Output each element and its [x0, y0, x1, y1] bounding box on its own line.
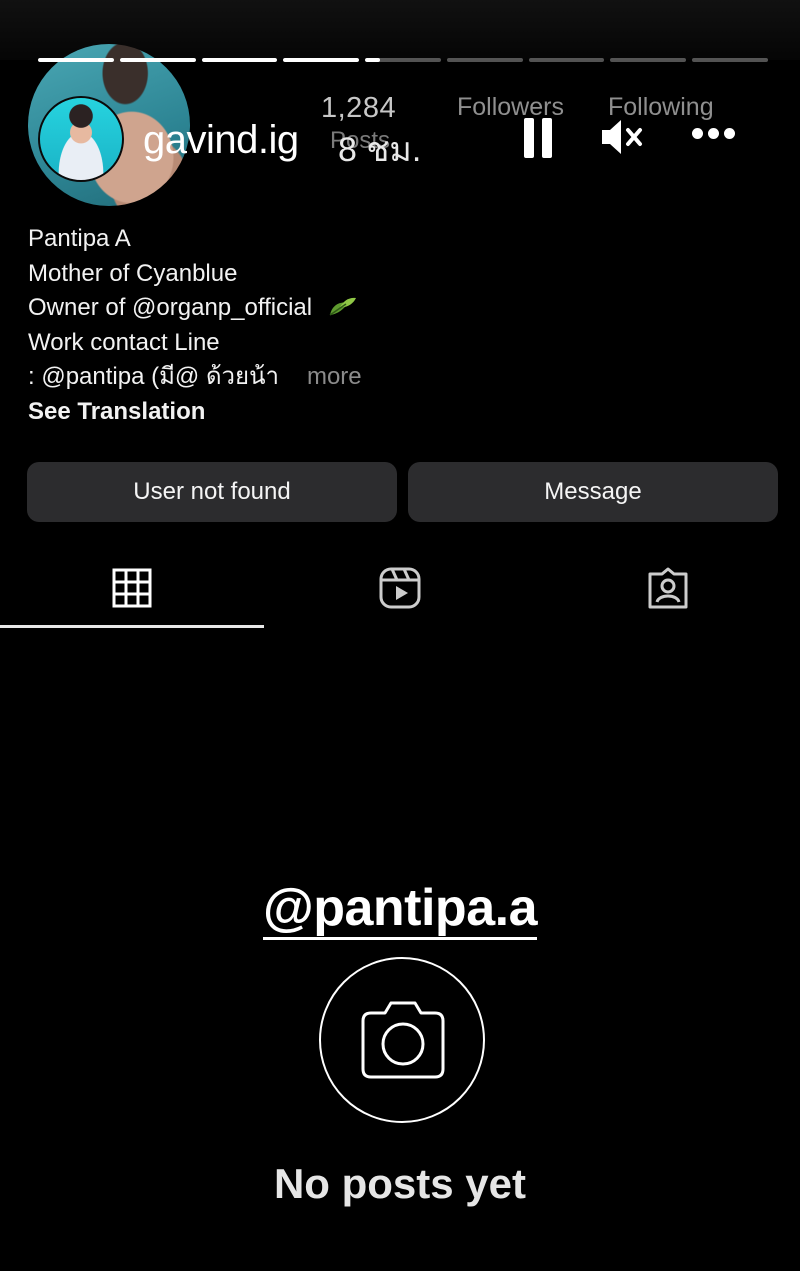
posts-count: 1,284 [321, 92, 397, 124]
active-tab-indicator [0, 625, 264, 628]
mention-handle[interactable]: @pantipa.a [263, 879, 537, 940]
progress-segment [692, 58, 769, 62]
bio-line-text[interactable]: Owner of @organp_official [28, 294, 312, 321]
progress-fill [283, 58, 360, 62]
pause-icon[interactable] [524, 118, 552, 158]
reels-icon [378, 566, 422, 615]
more-link[interactable]: more [307, 363, 362, 390]
progress-segment [528, 58, 605, 62]
user-not-found-button[interactable]: User not found [27, 462, 397, 522]
profile-name: Pantipa A [28, 225, 131, 252]
progress-segment [38, 58, 114, 62]
progress-fill [201, 58, 278, 62]
camera-icon [357, 999, 449, 1086]
more-options-icon[interactable] [692, 128, 738, 144]
message-button[interactable]: Message [408, 462, 778, 522]
camera-circle [319, 957, 485, 1123]
bio-line-text: : @pantipa (มี@ ด้วยน้า [28, 363, 279, 390]
tagged-icon [646, 566, 690, 615]
story-time: 8 ชม. [338, 131, 422, 169]
profile-bio: Pantipa A Mother of Cyanblue Owner of @o… [28, 222, 728, 429]
story-username[interactable]: gavind.ig [143, 118, 299, 163]
story-mention-sticker[interactable]: @pantipa.a [0, 878, 800, 940]
progress-fill [365, 58, 381, 62]
progress-fill [38, 58, 114, 62]
mute-icon[interactable] [600, 117, 644, 157]
bio-line: Work contact Line [28, 328, 220, 356]
bio-line: : @pantipa (มี@ ด้วยน้า more [28, 360, 728, 395]
progress-fill [119, 58, 196, 62]
tab-tagged[interactable] [536, 560, 800, 620]
story-progress-bar [38, 58, 769, 63]
tab-posts[interactable] [0, 560, 264, 620]
progress-segment [201, 58, 278, 62]
progress-segment [610, 58, 687, 62]
see-translation-link[interactable]: See Translation [28, 395, 728, 430]
story-avatar[interactable] [38, 96, 124, 182]
no-posts-text: No posts yet [273, 1160, 527, 1207]
progress-segment [283, 58, 360, 62]
progress-segment [365, 58, 441, 62]
grid-icon [112, 568, 152, 613]
tab-reels[interactable] [268, 560, 532, 620]
bio-line: Owner of @organp_official [28, 291, 728, 326]
bio-line: Mother of Cyanblue [28, 259, 238, 287]
leaf-emoji-icon [326, 295, 358, 319]
progress-segment [119, 58, 196, 62]
progress-segment [446, 58, 523, 62]
